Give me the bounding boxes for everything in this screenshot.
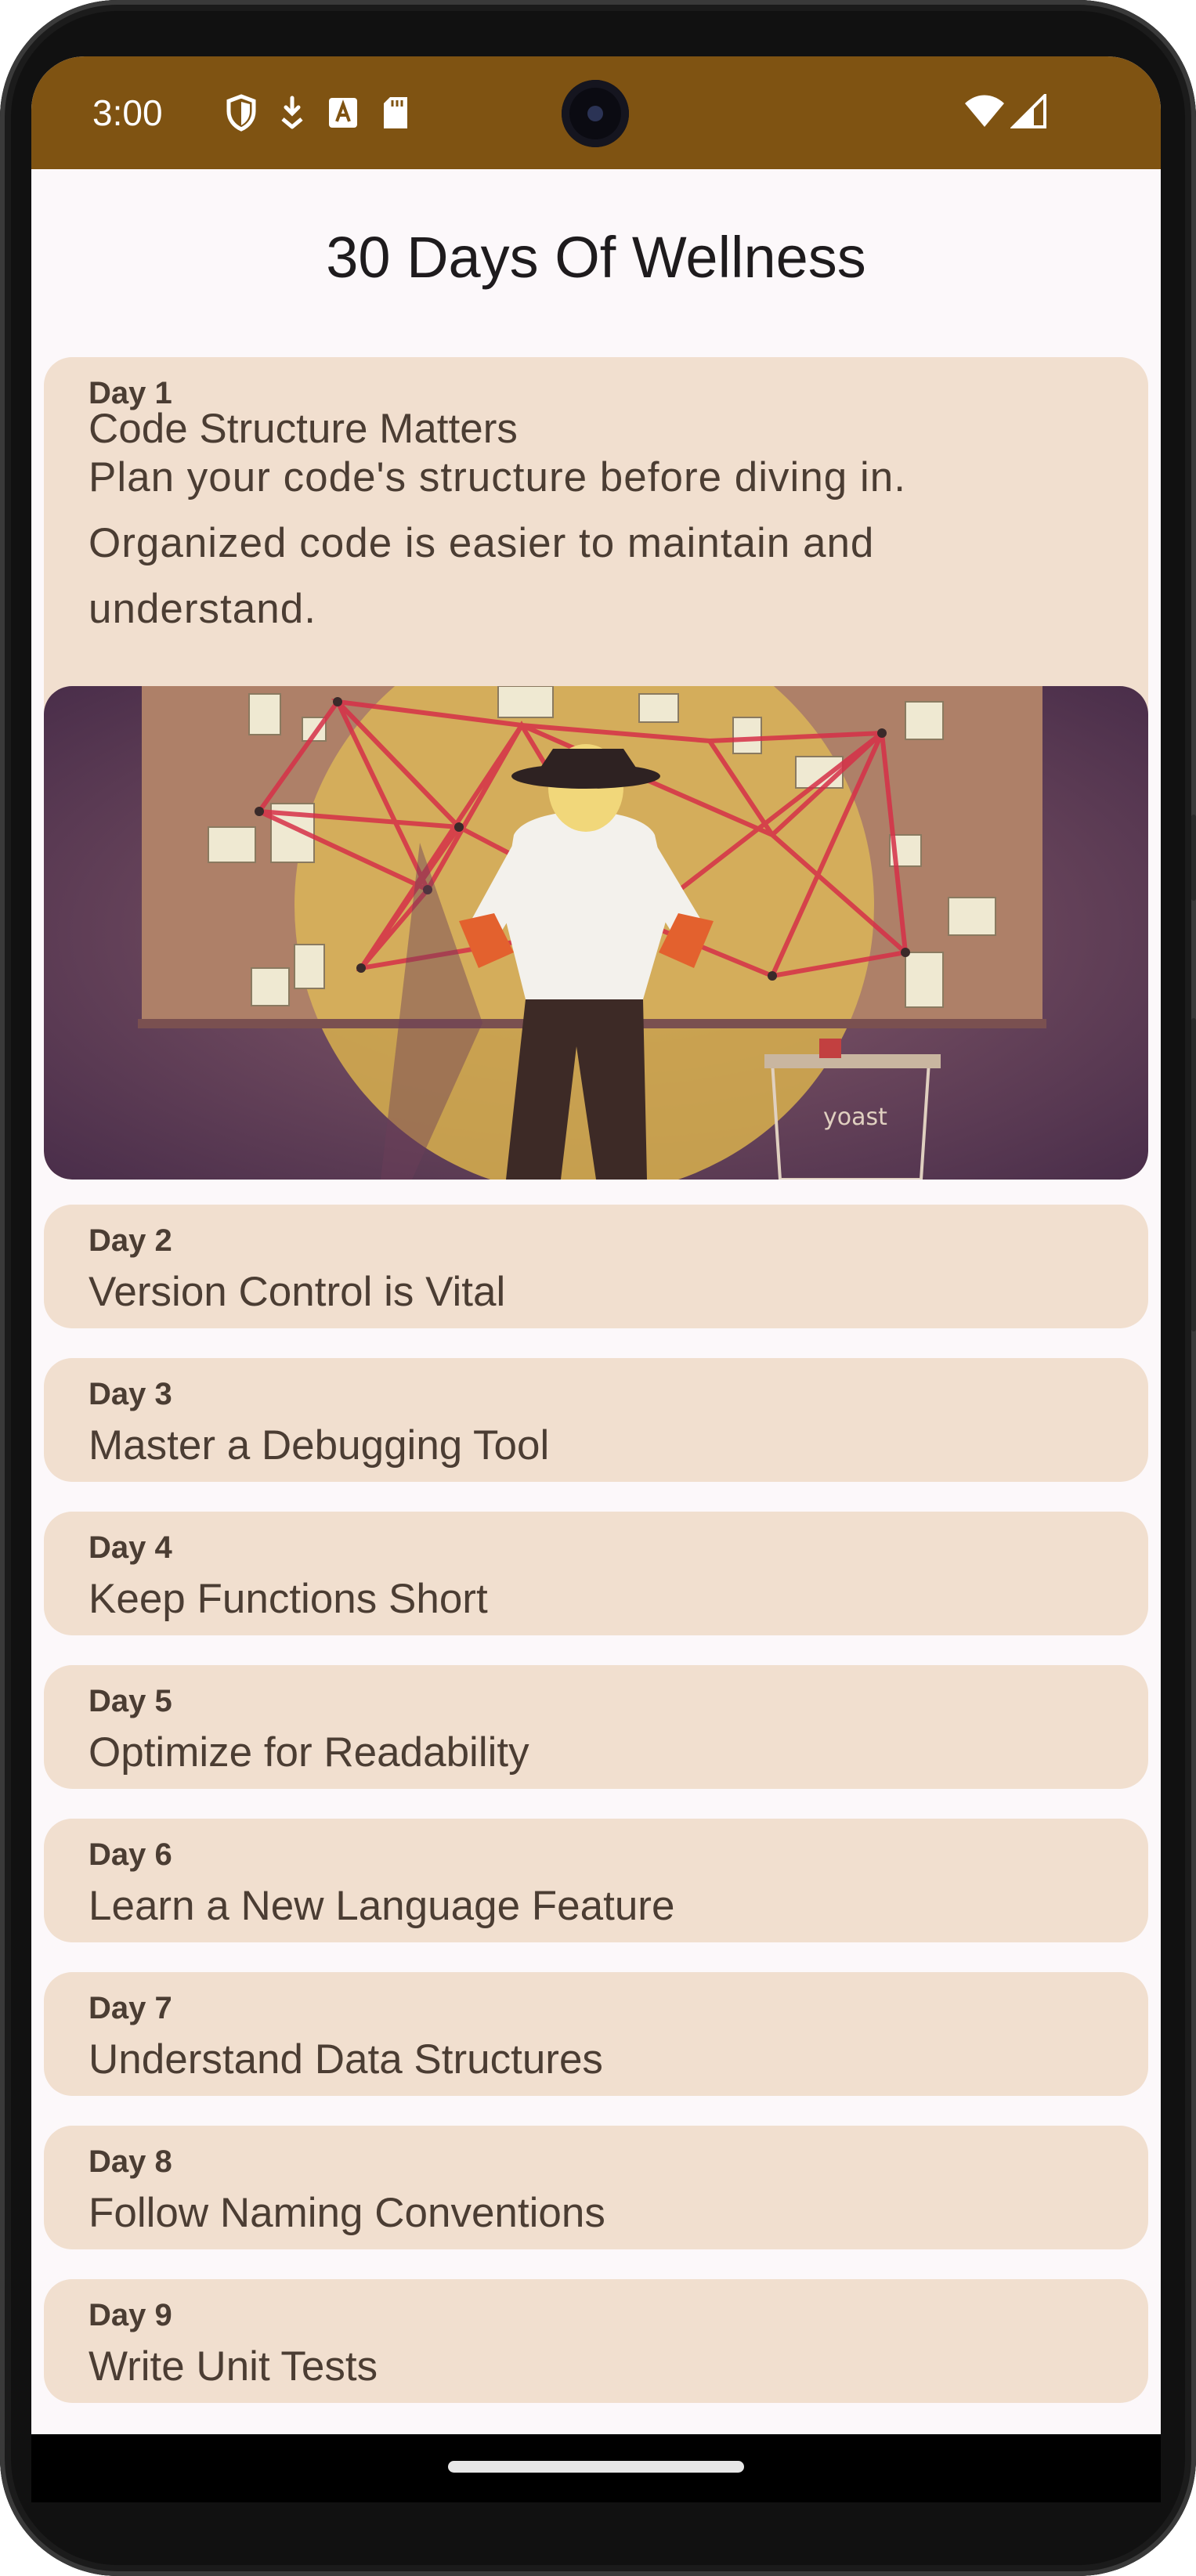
- day-title: Version Control is Vital: [89, 1269, 506, 1315]
- day-title: Learn a New Language Feature: [89, 1883, 675, 1929]
- shield-icon: [226, 94, 256, 132]
- day-card-8[interactable]: Day 8 Follow Naming Conventions: [44, 2126, 1148, 2249]
- detective-illustration: yoast: [44, 686, 1148, 1180]
- status-icons-left: [226, 94, 410, 132]
- day-title: Follow Naming Conventions: [89, 2190, 605, 2236]
- day-card-7[interactable]: Day 7 Understand Data Structures: [44, 1972, 1148, 2096]
- day-card-2[interactable]: Day 2 Version Control is Vital: [44, 1205, 1148, 1328]
- day-title: Master a Debugging Tool: [89, 1422, 550, 1469]
- power-button: [1191, 815, 1196, 901]
- day-card-6[interactable]: Day 6 Learn a New Language Feature: [44, 1819, 1148, 1942]
- day-card-5[interactable]: Day 5 Optimize for Readability: [44, 1665, 1148, 1789]
- front-camera: [562, 80, 629, 147]
- yoast-logo: yoast: [823, 1104, 887, 1131]
- home-gesture-handle[interactable]: [448, 2461, 744, 2473]
- status-bar: 3:00: [31, 56, 1161, 169]
- day-label: Day 9: [89, 2298, 172, 2332]
- day-description: Plan your code's structure before diving…: [89, 454, 906, 632]
- sd-card-icon: [384, 97, 407, 128]
- day-label: Day 3: [89, 1377, 172, 1411]
- download-icon: [281, 96, 303, 129]
- day-label: Day 2: [89, 1223, 172, 1258]
- cell-signal-icon: [1010, 94, 1046, 128]
- status-icons-right: [963, 94, 1046, 128]
- day-label: Day 4: [89, 1530, 172, 1565]
- day-title: Write Unit Tests: [89, 2343, 378, 2390]
- volume-button: [1191, 1018, 1196, 1331]
- day-title: Keep Functions Short: [89, 1576, 488, 1622]
- navigation-bar: [31, 2434, 1161, 2502]
- wifi-icon: [965, 95, 1004, 127]
- phone-frame: 3:00 30 Days Of Wellness Day 1 Code Stru…: [0, 0, 1196, 2576]
- day-card-4[interactable]: Day 4 Keep Functions Short: [44, 1512, 1148, 1635]
- keyboard-a-icon: [329, 98, 357, 128]
- day-label: Day 8: [89, 2144, 172, 2179]
- day-label: Day 5: [89, 1684, 172, 1718]
- screen: 3:00 30 Days Of Wellness Day 1 Code Stru…: [31, 56, 1161, 2502]
- day-title: Optimize for Readability: [89, 1729, 529, 1776]
- day-card-3[interactable]: Day 3 Master a Debugging Tool: [44, 1358, 1148, 1482]
- status-time: 3:00: [92, 92, 163, 133]
- day-image: yoast: [44, 686, 1148, 1180]
- app-title: 30 Days Of Wellness: [326, 225, 866, 290]
- day-title: Understand Data Structures: [89, 2036, 603, 2083]
- day-label: Day 6: [89, 1837, 172, 1872]
- day-card-9[interactable]: Day 9 Write Unit Tests: [44, 2279, 1148, 2403]
- day-label: Day 7: [89, 1991, 172, 2025]
- day-card-1[interactable]: Day 1 Code Structure Matters Plan your c…: [44, 357, 1148, 1180]
